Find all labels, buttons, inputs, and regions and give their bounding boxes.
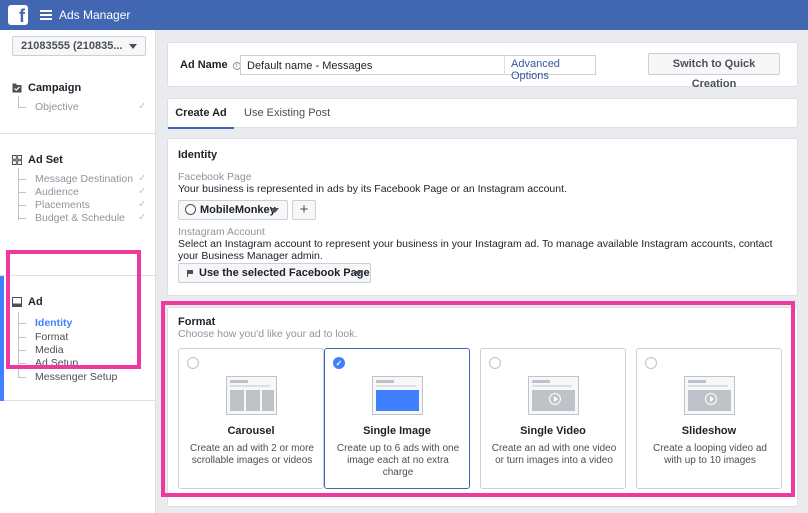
check-icon: ✓: [138, 101, 147, 112]
sidebar-adset-title[interactable]: Ad Set: [12, 154, 63, 166]
folder-check-icon: [12, 83, 22, 93]
facebook-page-selector[interactable]: MobileMonkey: [178, 200, 288, 220]
instagram-account-label: Instagram Account: [178, 226, 265, 238]
active-section-indicator: [0, 276, 4, 401]
menu-icon[interactable]: [40, 10, 52, 20]
check-icon: ✓: [138, 199, 147, 210]
tab-use-existing-post[interactable]: Use Existing Post: [244, 99, 330, 129]
check-icon: ✓: [138, 173, 147, 184]
identity-title: Identity: [178, 149, 218, 161]
sidebar-section-campaign: Campaign Objective ✓: [0, 70, 155, 134]
switch-quick-creation-button[interactable]: Switch to Quick Creation: [648, 53, 780, 90]
add-page-button[interactable]: +: [292, 200, 316, 220]
identity-panel: Identity Facebook Page Your business is …: [167, 138, 798, 296]
facebook-page-description: Your business is represented in ads by i…: [178, 183, 567, 195]
top-bar: f Ads Manager: [0, 0, 808, 30]
instagram-account-selector[interactable]: Use the selected Facebook Page: [178, 263, 371, 283]
sidebar-campaign-title[interactable]: Campaign: [12, 82, 81, 94]
ad-name-panel: Ad Name i Default name - Messages Advanc…: [167, 42, 798, 90]
check-icon: ✓: [138, 186, 147, 197]
highlight-box-format: [161, 301, 795, 497]
tab-create-ad[interactable]: Create Ad: [168, 99, 234, 129]
grid-icon: [12, 155, 22, 165]
facebook-page-label: Facebook Page: [178, 171, 252, 183]
facebook-logo-icon[interactable]: f: [8, 5, 28, 25]
app-title: Ads Manager: [59, 8, 131, 22]
account-selector[interactable]: 21083555 (210835...: [12, 36, 146, 56]
tab-bar: Create Ad Use Existing Post: [167, 98, 798, 129]
ad-name-label: Ad Name i: [180, 59, 241, 71]
check-icon: ✓: [138, 212, 147, 223]
highlight-box-sidebar: [6, 250, 141, 369]
adset-tree: Message Destination ✓ Audience ✓ Placement…: [18, 168, 146, 224]
chevron-down-icon: [271, 208, 279, 213]
advanced-options-link[interactable]: Advanced Options: [504, 55, 596, 82]
flag-icon: [187, 270, 193, 277]
chevron-down-icon: [354, 271, 362, 276]
chevron-down-icon: [129, 44, 137, 49]
campaign-tree: Objective ✓: [18, 96, 146, 113]
instagram-account-description: Select an Instagram account to represent…: [178, 238, 773, 262]
page-avatar-icon: [185, 204, 196, 215]
